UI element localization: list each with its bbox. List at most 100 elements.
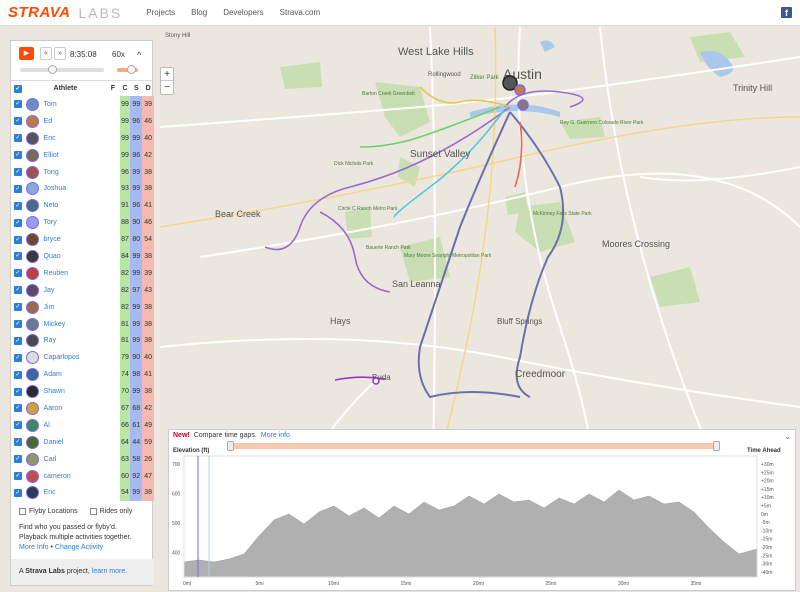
header-d[interactable]: D [142, 81, 154, 96]
table-row[interactable]: ✓ Eric 99 99 40 [11, 129, 154, 147]
table-row[interactable]: ✓ Tory 88 90 46 [11, 214, 154, 232]
athlete-name-link[interactable]: Caparlopos [41, 349, 107, 366]
athlete-name-link[interactable]: Jim [41, 299, 107, 316]
row-checkbox[interactable]: ✓ [11, 130, 25, 147]
header-s[interactable]: S [130, 81, 142, 96]
speed-slider[interactable] [117, 65, 138, 74]
row-checkbox[interactable]: ✓ [11, 265, 25, 282]
table-row[interactable]: ✓ Ray 81 99 38 [11, 332, 154, 350]
collapse-panel-button[interactable]: ^ [137, 50, 141, 60]
athlete-name-link[interactable]: Aaron [41, 400, 107, 417]
table-row[interactable]: ✓ Tom 99 99 39 [11, 96, 154, 113]
athlete-name-link[interactable]: Reuben [41, 265, 107, 282]
more-info-link[interactable]: More Info [19, 544, 49, 551]
row-checkbox[interactable]: ✓ [11, 349, 25, 366]
table-row[interactable]: ✓ Adam 74 98 41 [11, 366, 154, 384]
table-row[interactable]: ✓ Mickey 81 99 38 [11, 315, 154, 333]
facebook-icon[interactable]: f [781, 7, 792, 18]
table-row[interactable]: ✓ Caparlopos 79 90 40 [11, 349, 154, 367]
row-checkbox[interactable]: ✓ [11, 366, 25, 383]
zoom-in-button[interactable]: + [161, 68, 173, 81]
zoom-out-button[interactable]: − [161, 81, 173, 94]
flyby-locations-toggle[interactable]: Flyby Locations [19, 507, 78, 517]
table-row[interactable]: ✓ Aaron 67 68 42 [11, 400, 154, 417]
row-checkbox[interactable]: ✓ [11, 214, 25, 231]
table-row[interactable]: ✓ Al 66 61 49 [11, 416, 154, 434]
row-checkbox[interactable]: ✓ [11, 332, 25, 349]
table-row[interactable]: ✓ Quao 84 99 38 [11, 248, 154, 265]
timeline-slider-knob[interactable] [48, 65, 57, 74]
table-row[interactable]: ✓ cameron 60 92 47 [11, 467, 154, 485]
athlete-name-link[interactable]: Mickey [41, 316, 107, 333]
athlete-name-link[interactable]: bryce [41, 231, 107, 248]
row-checkbox[interactable]: ✓ [11, 468, 25, 485]
athlete-name-link[interactable]: Neto [41, 197, 107, 214]
athlete-name-link[interactable]: Carl [41, 451, 107, 468]
athlete-name-link[interactable]: Quao [41, 248, 107, 265]
timeline-slider[interactable] [20, 65, 104, 74]
header-c[interactable]: C [120, 81, 131, 96]
athlete-name-link[interactable]: Tom [41, 96, 107, 113]
row-checkbox[interactable]: ✓ [11, 383, 25, 400]
row-checkbox[interactable]: ✓ [11, 316, 25, 333]
athlete-name-link[interactable]: Eric [41, 130, 107, 147]
table-row[interactable]: ✓ bryce 87 80 54 [11, 231, 154, 249]
table-row[interactable]: ✓ Jim 82 99 38 [11, 298, 154, 316]
row-checkbox[interactable]: ✓ [11, 180, 25, 197]
nav-projects[interactable]: Projects [146, 8, 175, 17]
table-row[interactable]: ✓ Carl 63 58 26 [11, 450, 154, 468]
row-checkbox[interactable]: ✓ [11, 147, 25, 164]
rides-only-toggle[interactable]: Rides only [89, 507, 132, 517]
table-row[interactable]: ✓ Neto 91 96 41 [11, 197, 154, 215]
athlete-name-link[interactable]: Jay [41, 282, 107, 299]
learn-more-link[interactable]: learn more. [92, 568, 127, 575]
row-checkbox[interactable]: ✓ [11, 113, 25, 130]
nav-strava-com[interactable]: Strava.com [280, 8, 320, 17]
athlete-name-link[interactable]: Eric [41, 484, 107, 501]
table-row[interactable]: ✓ Shawn 70 99 38 [11, 383, 154, 401]
athlete-name-link[interactable]: Joshua [41, 180, 107, 197]
step-back-button[interactable]: « [40, 47, 52, 60]
athlete-name-link[interactable]: Daniel [41, 434, 107, 451]
row-checkbox[interactable]: ✓ [11, 400, 25, 417]
speed-slider-knob[interactable] [127, 65, 136, 74]
athlete-name-link[interactable]: Tory [41, 214, 107, 231]
athlete-name-link[interactable]: Tong [41, 164, 107, 181]
row-checkbox[interactable]: ✓ [11, 484, 25, 501]
row-checkbox[interactable]: ✓ [11, 96, 25, 113]
row-checkbox[interactable]: ✓ [11, 197, 25, 214]
row-checkbox[interactable]: ✓ [11, 248, 25, 265]
change-activity-link[interactable]: Change Activity [55, 544, 103, 551]
row-checkbox[interactable]: ✓ [11, 231, 25, 248]
play-icon[interactable]: ▶ [19, 47, 34, 60]
elevation-collapse-button[interactable]: ⌄ [784, 432, 791, 441]
athlete-name-link[interactable]: cameron [41, 468, 107, 485]
labs-logo[interactable]: LABS [78, 5, 122, 21]
row-checkbox[interactable]: ✓ [11, 164, 25, 181]
select-all-checkbox[interactable]: ✓ [11, 81, 25, 96]
row-checkbox[interactable]: ✓ [11, 299, 25, 316]
elevation-chart[interactable]: Elevation (ft) Time Ahead 700 600 500 400 +3… [169, 444, 797, 592]
athlete-name-link[interactable]: Elliot [41, 147, 107, 164]
athlete-name-link[interactable]: Ed [41, 113, 107, 130]
athlete-name-link[interactable]: Shawn [41, 383, 107, 400]
athlete-name-link[interactable]: Adam [41, 366, 107, 383]
table-row[interactable]: ✓ Jay 82 97 43 [11, 281, 154, 299]
nav-developers[interactable]: Developers [223, 8, 263, 17]
table-row[interactable]: ✓ Daniel 64 44 59 [11, 433, 154, 451]
athlete-name-link[interactable]: Al [41, 417, 107, 434]
header-f[interactable]: F [106, 81, 120, 96]
elevation-more-info-link[interactable]: More info [261, 432, 290, 439]
athlete-name-link[interactable]: Ray [41, 332, 107, 349]
strava-logo[interactable]: STRAVA [8, 4, 70, 21]
table-row[interactable]: ✓ Eric 54 99 38 [11, 484, 154, 502]
table-row[interactable]: ✓ Joshua 93 99 38 [11, 180, 154, 198]
table-row[interactable]: ✓ Reuben 82 99 39 [11, 264, 154, 282]
table-row[interactable]: ✓ Elliot 99 96 42 [11, 146, 154, 164]
table-row[interactable]: ✓ Ed 99 96 46 [11, 112, 154, 130]
table-row[interactable]: ✓ Tong 96 99 38 [11, 163, 154, 181]
nav-blog[interactable]: Blog [191, 8, 207, 17]
row-checkbox[interactable]: ✓ [11, 434, 25, 451]
step-forward-button[interactable]: » [54, 47, 66, 60]
header-athlete[interactable]: Athlete [25, 81, 106, 96]
